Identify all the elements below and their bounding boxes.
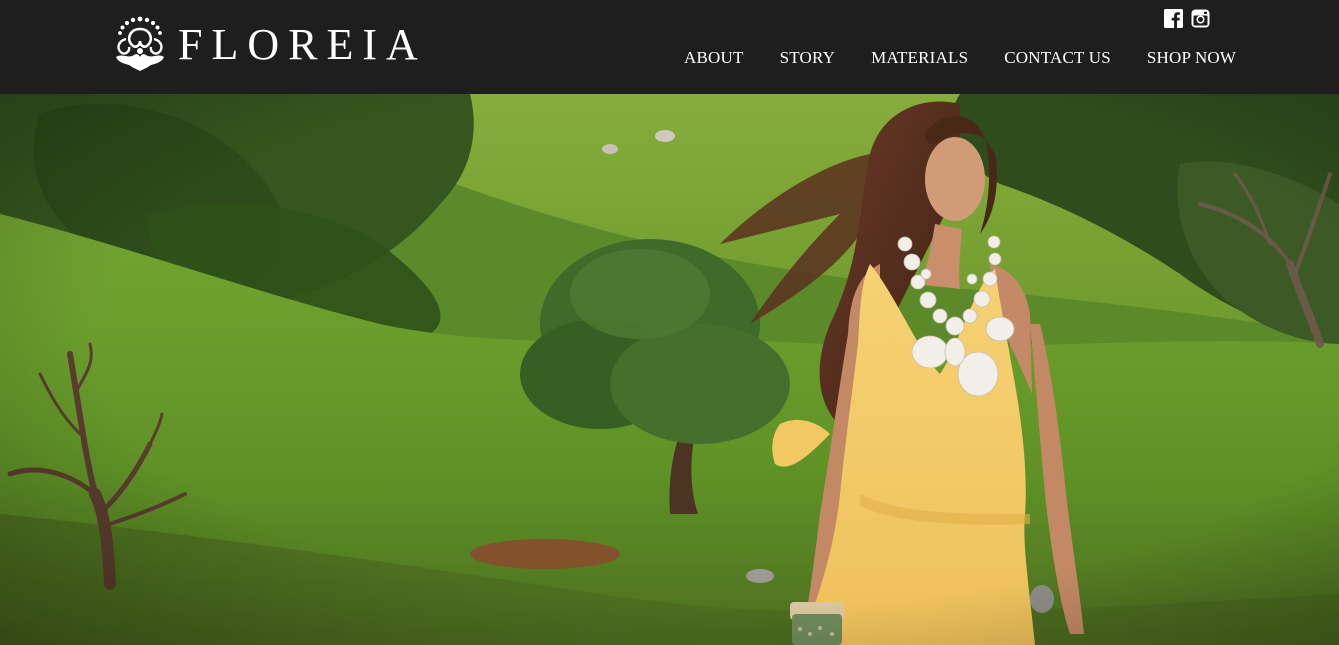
nav-story[interactable]: STORY	[780, 48, 836, 68]
nav-materials[interactable]: MATERIALS	[871, 48, 968, 68]
social-links	[1164, 9, 1210, 28]
hero-photo	[0, 94, 1339, 645]
instagram-icon[interactable]	[1191, 9, 1210, 28]
nav-contact-us[interactable]: CONTACT US	[1004, 48, 1111, 68]
hero-image	[0, 94, 1339, 645]
nav-shop-now[interactable]: SHOP NOW	[1147, 48, 1236, 68]
brand-name: FLOREIA	[178, 20, 427, 69]
facebook-icon[interactable]	[1164, 9, 1183, 28]
main-nav: ABOUT STORY MATERIALS CONTACT US SHOP NO…	[684, 48, 1236, 68]
floreia-ornament-icon	[116, 16, 164, 71]
site-header: FLOREIA ABOUT STORY MATERIALS CONTACT US…	[0, 0, 1339, 94]
nav-about[interactable]: ABOUT	[684, 48, 744, 68]
brand-logo[interactable]: FLOREIA	[108, 14, 427, 74]
